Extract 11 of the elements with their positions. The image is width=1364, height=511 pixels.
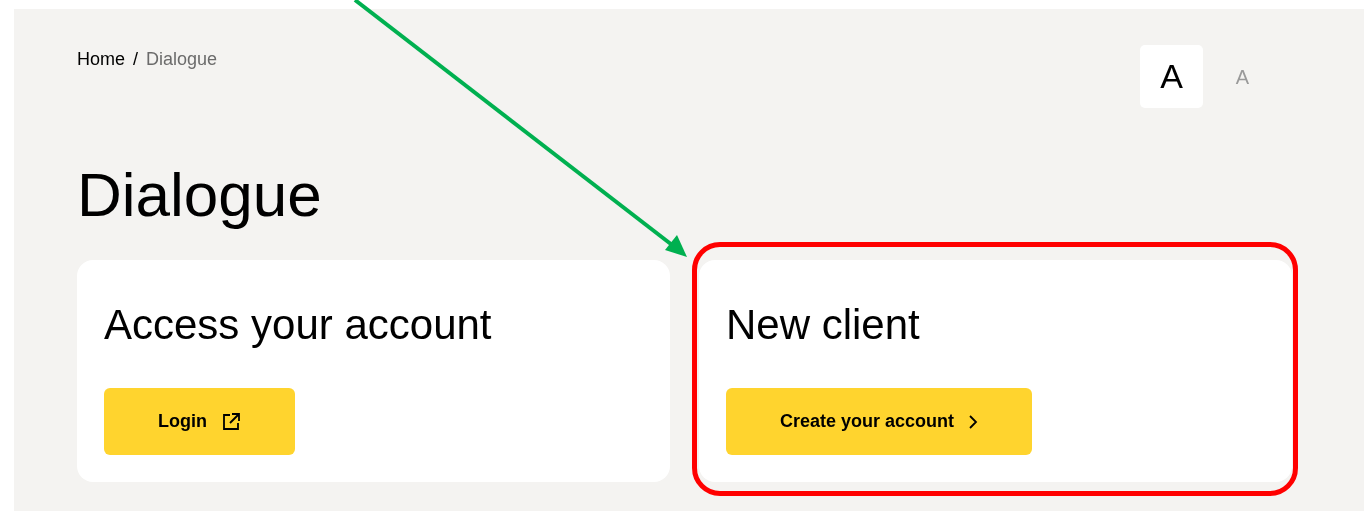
card-heading: New client (726, 300, 921, 350)
action-button[interactable]: Login (104, 388, 295, 455)
breadcrumb-current: Dialogue (146, 48, 218, 71)
chevron-right-icon (968, 413, 979, 430)
card-heading: Access your account (104, 300, 493, 350)
font-size-button[interactable]: A (1140, 45, 1203, 108)
action-button[interactable]: Create your account (726, 388, 1033, 455)
breadcrumb-separator: / (133, 48, 139, 71)
breadcrumb-link[interactable]: Home (77, 47, 125, 71)
external-link-icon (221, 411, 241, 432)
page-title: Dialogue (77, 159, 323, 231)
